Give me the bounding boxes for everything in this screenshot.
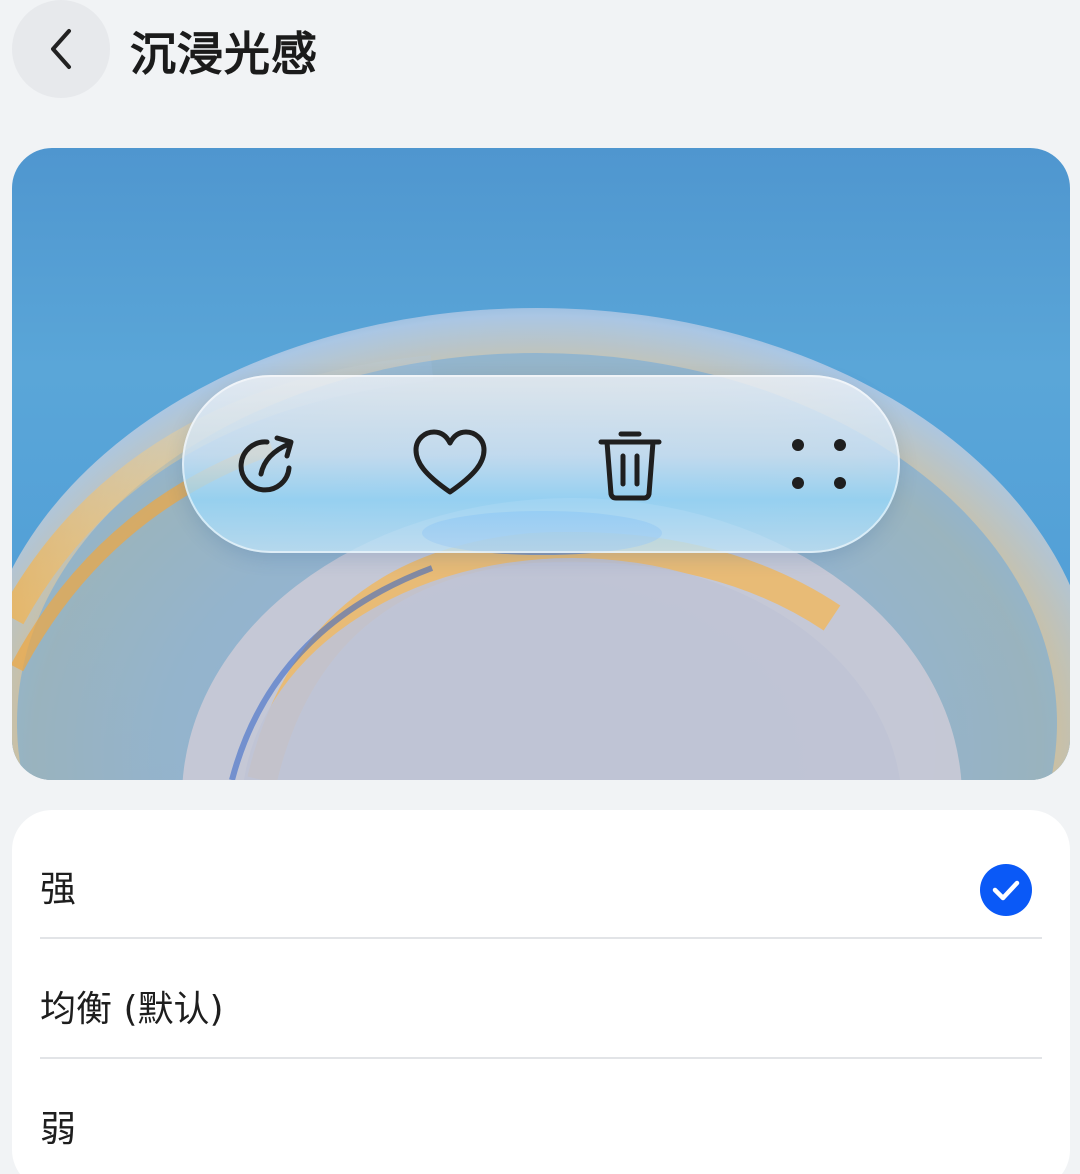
more-dots-icon — [792, 439, 846, 489]
heart-icon — [413, 429, 487, 495]
option-label: 强 — [40, 869, 77, 910]
option-strong[interactable]: 强 — [12, 820, 1070, 940]
option-weak[interactable]: 弱 — [12, 1060, 1070, 1174]
option-label: 均衡 (默认) — [40, 989, 224, 1030]
intensity-options: 强 均衡 (默认) 弱 — [12, 810, 1070, 1174]
more-button[interactable] — [774, 419, 864, 509]
floating-toolbar — [182, 375, 900, 553]
option-balanced[interactable]: 均衡 (默认) — [12, 940, 1070, 1060]
trash-icon — [598, 431, 662, 501]
page-title: 沉浸光感 — [130, 27, 318, 81]
delete-button[interactable] — [585, 419, 675, 509]
share-button[interactable] — [224, 419, 314, 509]
preview-image — [12, 148, 1070, 780]
divider — [40, 1057, 1042, 1059]
favorite-button[interactable] — [405, 419, 495, 509]
back-button[interactable] — [12, 0, 110, 98]
option-label: 弱 — [40, 1109, 77, 1150]
checkmark-icon — [980, 864, 1032, 916]
settings-page: 沉浸光感 强 均衡 (默认) 弱 — [0, 0, 1080, 1174]
chevron-left-icon — [51, 29, 71, 69]
share-icon — [238, 435, 294, 493]
divider — [40, 937, 1042, 939]
